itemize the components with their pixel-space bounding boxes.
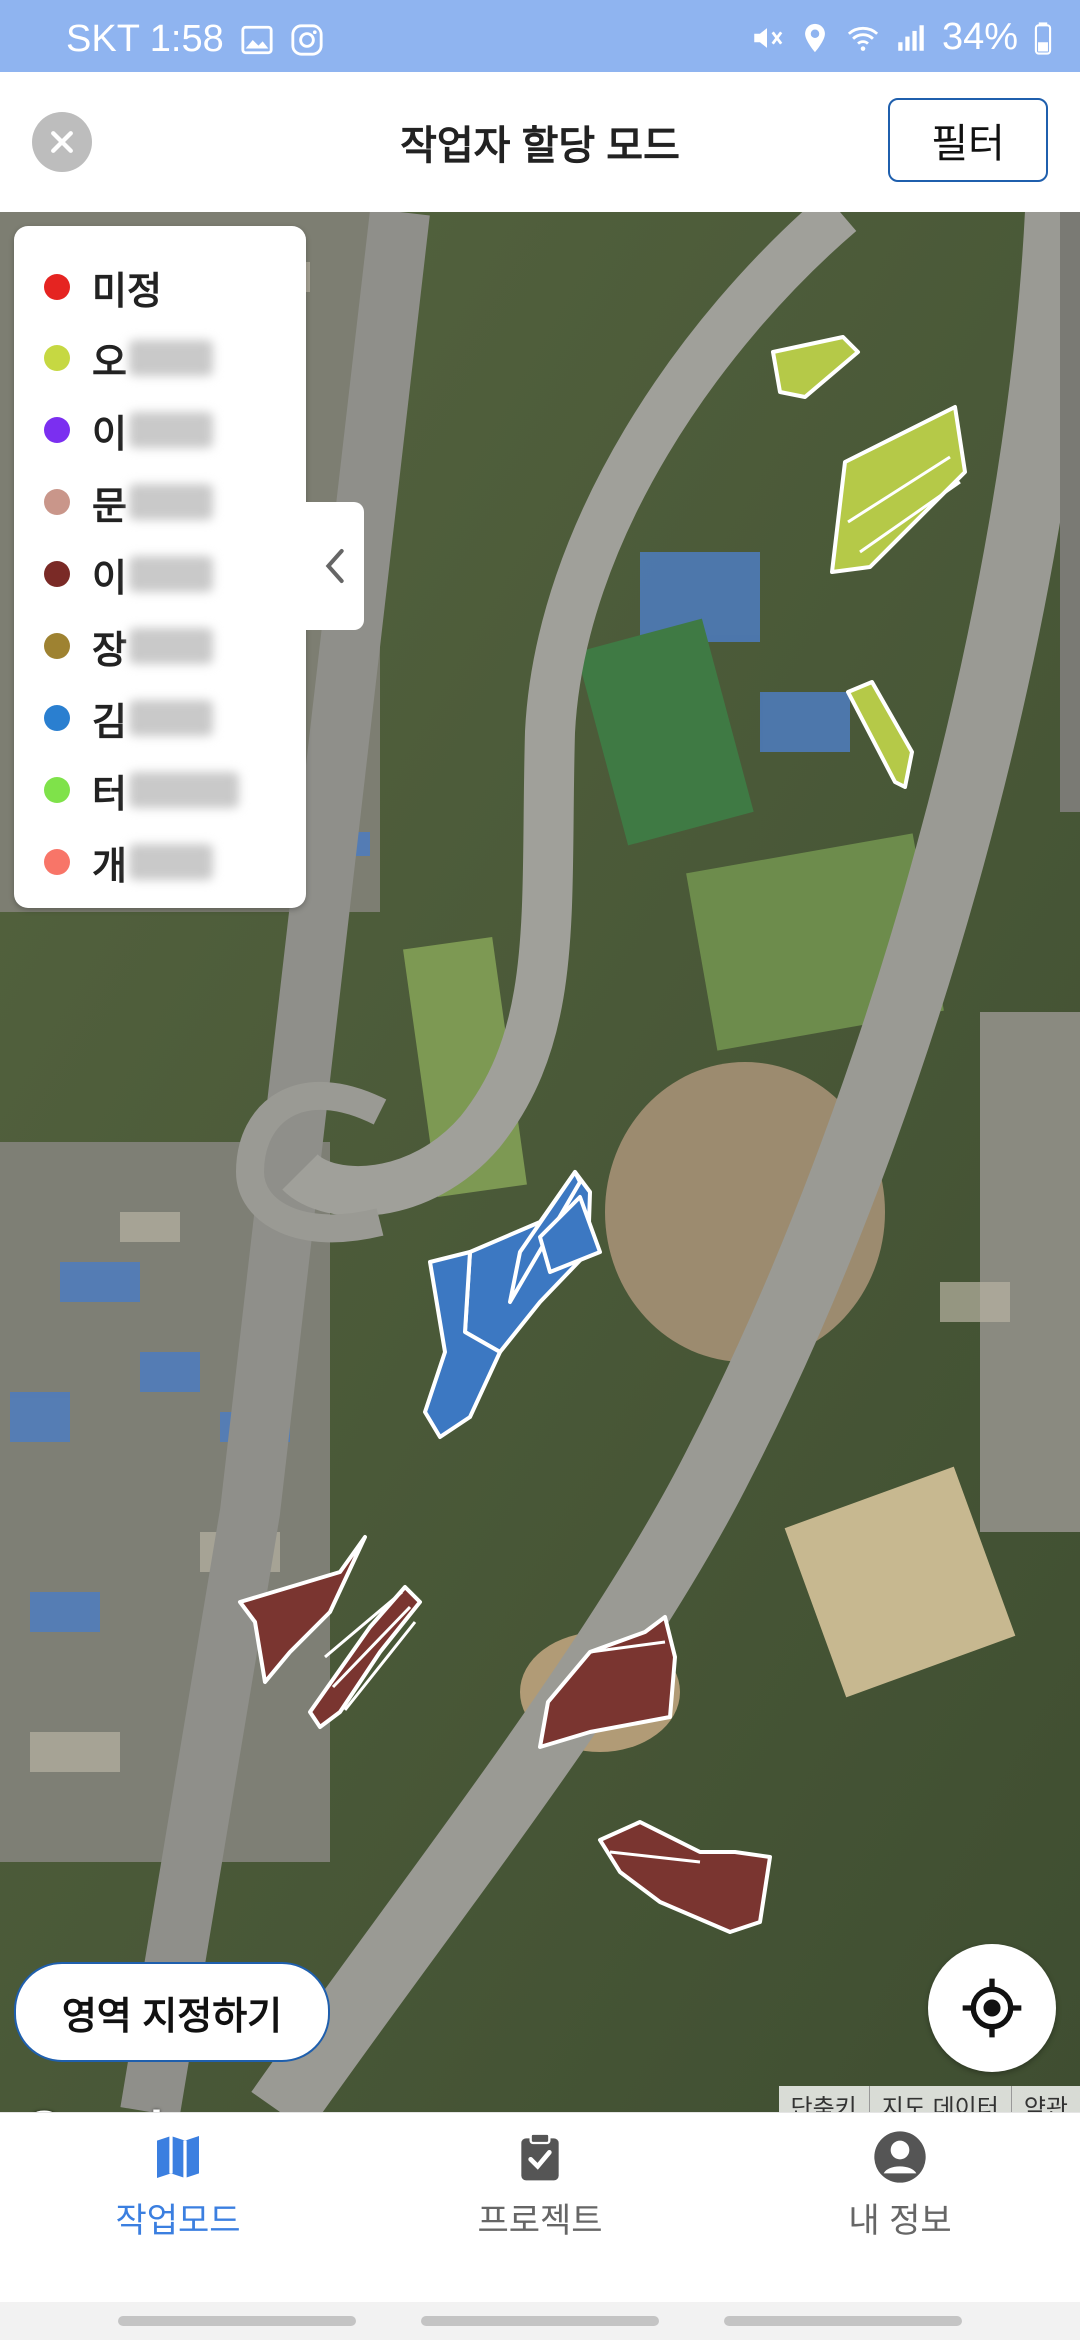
nav-item-work-mode[interactable]: 작업모드 [58, 2129, 298, 2279]
legend-label: 이 [92, 413, 127, 456]
nav-item-projects[interactable]: 프로젝트 [420, 2129, 660, 2279]
chevron-left-icon [325, 549, 344, 583]
blurred-name [128, 412, 213, 448]
legend-color-dot [44, 274, 70, 300]
legend-label: 이 [92, 557, 127, 600]
app-header: 작업자 할당 모드 필터 [0, 72, 1080, 213]
legend-item[interactable]: 미정 [44, 261, 162, 313]
legend-item[interactable]: 개 [44, 836, 213, 888]
nav-label: 작업모드 [115, 2202, 241, 2240]
legend-item[interactable]: 김 [44, 692, 213, 744]
legend-label: 문 [92, 485, 127, 528]
legend-label: 미정 [92, 270, 162, 313]
legend-color-dot [44, 777, 70, 803]
status-bar: SKT 1:58 34% [0, 0, 1080, 72]
worker-legend-panel: 미정 오 이 문 이 장 김 터 개 [14, 226, 306, 908]
legend-item[interactable]: 이 [44, 404, 213, 456]
signal-icon [898, 24, 924, 51]
legend-label: 개 [92, 845, 127, 888]
blurred-name [128, 628, 213, 664]
legend-collapse-tab[interactable] [306, 502, 364, 630]
legend-color-dot [44, 417, 70, 443]
mute-icon [754, 27, 783, 48]
instagram-icon [291, 23, 323, 56]
wifi-icon [847, 26, 879, 51]
define-area-button[interactable]: 영역 지정하기 [14, 1962, 330, 2062]
blurred-name [128, 772, 239, 808]
blurred-name [128, 484, 213, 520]
clipboard-check-icon [521, 2132, 559, 2181]
person-icon [874, 2131, 926, 2183]
legend-color-dot [44, 705, 70, 731]
crosshair-icon [962, 1978, 1022, 2038]
battery-percent: 34% [941, 16, 1018, 58]
gallery-icon [241, 25, 273, 54]
map-icon [157, 2136, 199, 2178]
blurred-name [128, 340, 213, 376]
legend-label: 오 [92, 341, 127, 384]
nav-label: 내 정보 [848, 2202, 952, 2240]
legend-item[interactable]: 터 [44, 764, 239, 816]
legend-label: 터 [92, 773, 127, 816]
legend-color-dot [44, 561, 70, 587]
nav-item-my-info[interactable]: 내 정보 [780, 2129, 1020, 2279]
legend-color-dot [44, 345, 70, 371]
location-icon [805, 23, 825, 52]
filter-button[interactable]: 필터 [888, 98, 1048, 182]
gesture-pill[interactable] [421, 2316, 659, 2326]
legend-label: 장 [92, 629, 127, 672]
blurred-name [128, 844, 213, 880]
gesture-pill[interactable] [724, 2316, 962, 2326]
bottom-navigation: 작업모드 프로젝트 내 정보 [0, 2112, 1080, 2303]
battery-icon [1034, 21, 1052, 55]
gesture-pill[interactable] [118, 2316, 356, 2326]
legend-color-dot [44, 633, 70, 659]
blurred-name [128, 556, 213, 592]
nav-label: 프로젝트 [477, 2202, 603, 2240]
legend-item[interactable]: 문 [44, 476, 213, 528]
carrier-time: SKT 1:58 [66, 18, 224, 60]
legend-label: 김 [92, 701, 127, 744]
system-gesture-bar [0, 2302, 1080, 2340]
legend-item[interactable]: 오 [44, 332, 213, 384]
legend-item[interactable]: 이 [44, 548, 213, 600]
legend-color-dot [44, 489, 70, 515]
legend-color-dot [44, 849, 70, 875]
my-location-button[interactable] [928, 1944, 1056, 2072]
legend-item[interactable]: 장 [44, 620, 213, 672]
blurred-name [128, 700, 213, 736]
